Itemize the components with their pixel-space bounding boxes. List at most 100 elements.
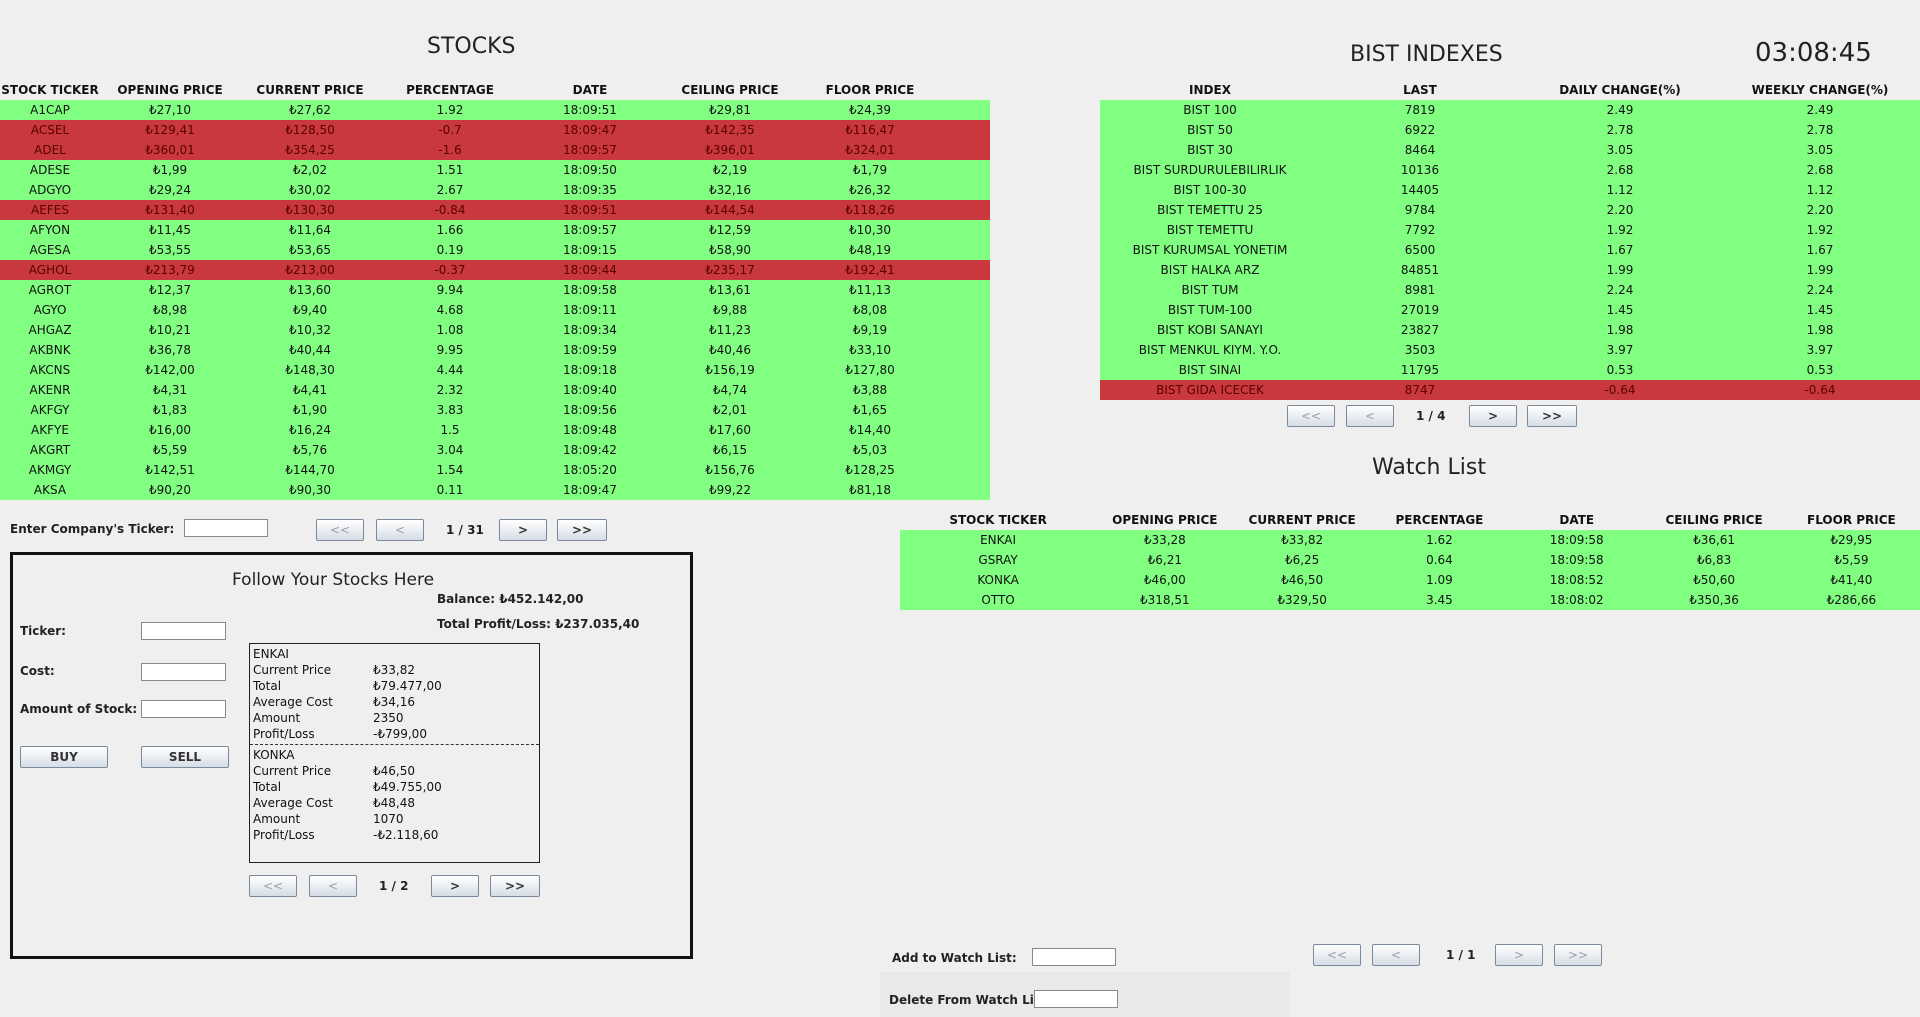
table-row[interactable]: BIST 100 7819 2.49 2.49 [1100,100,1920,120]
holding-item[interactable]: ENKAI Current Price ₺33,82 Total ₺79.477,00 A… [250,644,539,744]
table-row[interactable]: ACSEL ₺129,41 ₺128,50 -0.7 18:09:47 ₺142,35 ₺1… [0,120,990,140]
buy-ticker-input[interactable] [141,622,226,640]
holding-detail: Total ₺49.755,00 [253,779,536,795]
table-row[interactable]: BIST 50 6922 2.78 2.78 [1100,120,1920,140]
table-cell: ₺318,51 [1140,593,1190,607]
table-row[interactable]: AKFYE ₺16,00 ₺16,24 1.5 18:09:48 ₺17,60 ₺14,40 [0,420,990,440]
holdings-last-page-button[interactable]: >> [490,875,540,897]
column-header[interactable]: DATE [1508,513,1645,527]
table-row[interactable]: BIST KOBI SANAYI 23827 1.98 1.98 [1100,320,1920,340]
column-header[interactable]: DATE [520,83,660,97]
table-row[interactable]: BIST SURDURULEBILIRLIK 10136 2.68 2.68 [1100,160,1920,180]
table-row[interactable]: AKGRT ₺5,59 ₺5,76 3.04 18:09:42 ₺6,15 ₺5,03 [0,440,990,460]
table-row[interactable]: ENKAI ₺33,28 ₺33,82 1.62 18:09:58 ₺36,61 ₺29,9… [900,530,1920,550]
stocks-first-page-button[interactable]: << [316,519,364,541]
column-header[interactable]: OPENING PRICE [1096,513,1233,527]
table-cell: ₺12,37 [149,283,191,297]
buy-button[interactable]: BUY [20,746,108,768]
ticker-search-input[interactable] [184,519,268,537]
table-cell: ₺144,54 [705,203,755,217]
holdings-next-page-button[interactable]: > [431,875,479,897]
table-row[interactable]: BIST KURUMSAL YONETIM 6500 1.67 1.67 [1100,240,1920,260]
column-header[interactable]: STOCK TICKER [0,83,100,97]
table-cell: ₺116,47 [845,123,895,137]
table-row[interactable]: AKMGY ₺142,51 ₺144,70 1.54 18:05:20 ₺156,76 ₺1… [0,460,990,480]
table-row[interactable]: BIST 100-30 14405 1.12 1.12 [1100,180,1920,200]
table-row[interactable]: BIST TEMETTU 7792 1.92 1.92 [1100,220,1920,240]
table-cell: BIST 50 [1187,123,1233,137]
table-row[interactable]: BIST TUM 8981 2.24 2.24 [1100,280,1920,300]
watchlist-last-page-button[interactable]: >> [1554,944,1602,966]
column-header[interactable]: PERCENTAGE [1371,513,1508,527]
buy-amount-input[interactable] [141,700,226,718]
column-header[interactable]: CURRENT PRICE [240,83,380,97]
table-row[interactable]: AKENR ₺4,31 ₺4,41 2.32 18:09:40 ₺4,74 ₺3,88 [0,380,990,400]
column-header[interactable]: CURRENT PRICE [1233,513,1370,527]
stocks-prev-page-button[interactable]: < [376,519,424,541]
column-header[interactable]: FLOOR PRICE [800,83,940,97]
watchlist-prev-page-button[interactable]: < [1372,944,1420,966]
table-row[interactable]: AGESA ₺53,55 ₺53,65 0.19 18:09:15 ₺58,90 ₺48,1… [0,240,990,260]
buy-cost-input[interactable] [141,663,226,681]
table-row[interactable]: AKSA ₺90,20 ₺90,30 0.11 18:09:47 ₺99,22 ₺81,18 [0,480,990,500]
indexes-title: BIST INDEXES [1350,42,1503,67]
indexes-last-page-button[interactable]: >> [1527,405,1577,427]
stocks-last-page-button[interactable]: >> [557,519,607,541]
delete-watchlist-input[interactable] [1034,990,1118,1008]
table-row[interactable]: AHGAZ ₺10,21 ₺10,32 1.08 18:09:34 ₺11,23 ₺9,19 [0,320,990,340]
table-row[interactable]: AKBNK ₺36,78 ₺40,44 9.95 18:09:59 ₺40,46 ₺33,1… [0,340,990,360]
add-watchlist-input[interactable] [1032,948,1116,966]
table-row[interactable]: AFYON ₺11,45 ₺11,64 1.66 18:09:57 ₺12,59 ₺10,3… [0,220,990,240]
column-header[interactable]: LAST [1320,83,1520,97]
sell-button[interactable]: SELL [141,746,229,768]
table-row[interactable]: AGHOL ₺213,79 ₺213,00 -0.37 18:09:44 ₺235,17 ₺… [0,260,990,280]
table-row[interactable]: AGROT ₺12,37 ₺13,60 9.94 18:09:58 ₺13,61 ₺11,1… [0,280,990,300]
table-row[interactable]: BIST MENKUL KIYM. Y.O. 3503 3.97 3.97 [1100,340,1920,360]
table-row[interactable]: BIST SINAI 11795 0.53 0.53 [1100,360,1920,380]
indexes-prev-page-button[interactable]: < [1346,405,1394,427]
column-header[interactable]: OPENING PRICE [100,83,240,97]
table-cell: ₺24,39 [849,103,891,117]
table-row[interactable]: OTTO ₺318,51 ₺329,50 3.45 18:08:02 ₺350,36 ₺28… [900,590,1920,610]
table-cell: ADEL [34,143,66,157]
table-row[interactable]: BIST 30 8464 3.05 3.05 [1100,140,1920,160]
column-header[interactable]: PERCENTAGE [380,83,520,97]
column-header[interactable]: WEEKLY CHANGE(%) [1720,83,1920,97]
holdings-prev-page-button[interactable]: < [309,875,357,897]
table-row[interactable]: BIST TUM-100 27019 1.45 1.45 [1100,300,1920,320]
stocks-next-page-button[interactable]: > [499,519,547,541]
table-row[interactable]: BIST HALKA ARZ 84851 1.99 1.99 [1100,260,1920,280]
table-row[interactable]: AGYO ₺8,98 ₺9,40 4.68 18:09:11 ₺9,88 ₺8,08 [0,300,990,320]
table-row[interactable]: BIST GIDA ICECEK 8747 -0.64 -0.64 [1100,380,1920,400]
table-row[interactable]: A1CAP ₺27,10 ₺27,62 1.92 18:09:51 ₺29,81 ₺24,3… [0,100,990,120]
holding-detail-value: 2350 [373,711,404,725]
holdings-first-page-button[interactable]: << [249,875,297,897]
table-row[interactable]: KONKA ₺46,00 ₺46,50 1.09 18:08:52 ₺50,60 ₺41,4… [900,570,1920,590]
column-header[interactable]: CEILING PRICE [1645,513,1782,527]
table-cell: 1.45 [1806,303,1834,317]
table-row[interactable]: AEFES ₺131,40 ₺130,30 -0.84 18:09:51 ₺144,54 ₺… [0,200,990,220]
column-header[interactable]: DAILY CHANGE(%) [1520,83,1720,97]
holding-detail-value: ₺34,16 [373,695,415,709]
column-header[interactable]: INDEX [1100,83,1320,97]
table-cell: 18:05:20 [563,463,617,477]
table-row[interactable]: ADGYO ₺29,24 ₺30,02 2.67 18:09:35 ₺32,16 ₺26,3… [0,180,990,200]
table-row[interactable]: ADESE ₺1,99 ₺2,02 1.51 18:09:50 ₺2,19 ₺1,79 [0,160,990,180]
indexes-first-page-button[interactable]: << [1287,405,1335,427]
table-row[interactable]: GSRAY ₺6,21 ₺6,25 0.64 18:09:58 ₺6,83 ₺5,59 [900,550,1920,570]
column-header[interactable]: CEILING PRICE [660,83,800,97]
holding-item[interactable]: KONKA Current Price ₺46,50 Total ₺49.755,00 A… [250,745,539,845]
holding-detail: Current Price ₺46,50 [253,763,536,779]
table-row[interactable]: BIST TEMETTU 25 9784 2.20 2.20 [1100,200,1920,220]
column-header[interactable]: STOCK TICKER [900,513,1096,527]
watchlist-next-page-button[interactable]: > [1495,944,1543,966]
table-cell: ₺128,50 [285,123,335,137]
table-row[interactable]: AKCNS ₺142,00 ₺148,30 4.44 18:09:18 ₺156,19 ₺1… [0,360,990,380]
watchlist-first-page-button[interactable]: << [1313,944,1361,966]
table-row[interactable]: ADEL ₺360,01 ₺354,25 -1.6 18:09:57 ₺396,01 ₺32… [0,140,990,160]
indexes-next-page-button[interactable]: > [1469,405,1517,427]
table-row[interactable]: AKFGY ₺1,83 ₺1,90 3.83 18:09:56 ₺2,01 ₺1,65 [0,400,990,420]
column-header[interactable]: FLOOR PRICE [1783,513,1920,527]
table-cell: 18:09:57 [563,143,617,157]
table-cell: 2.68 [1806,163,1834,177]
